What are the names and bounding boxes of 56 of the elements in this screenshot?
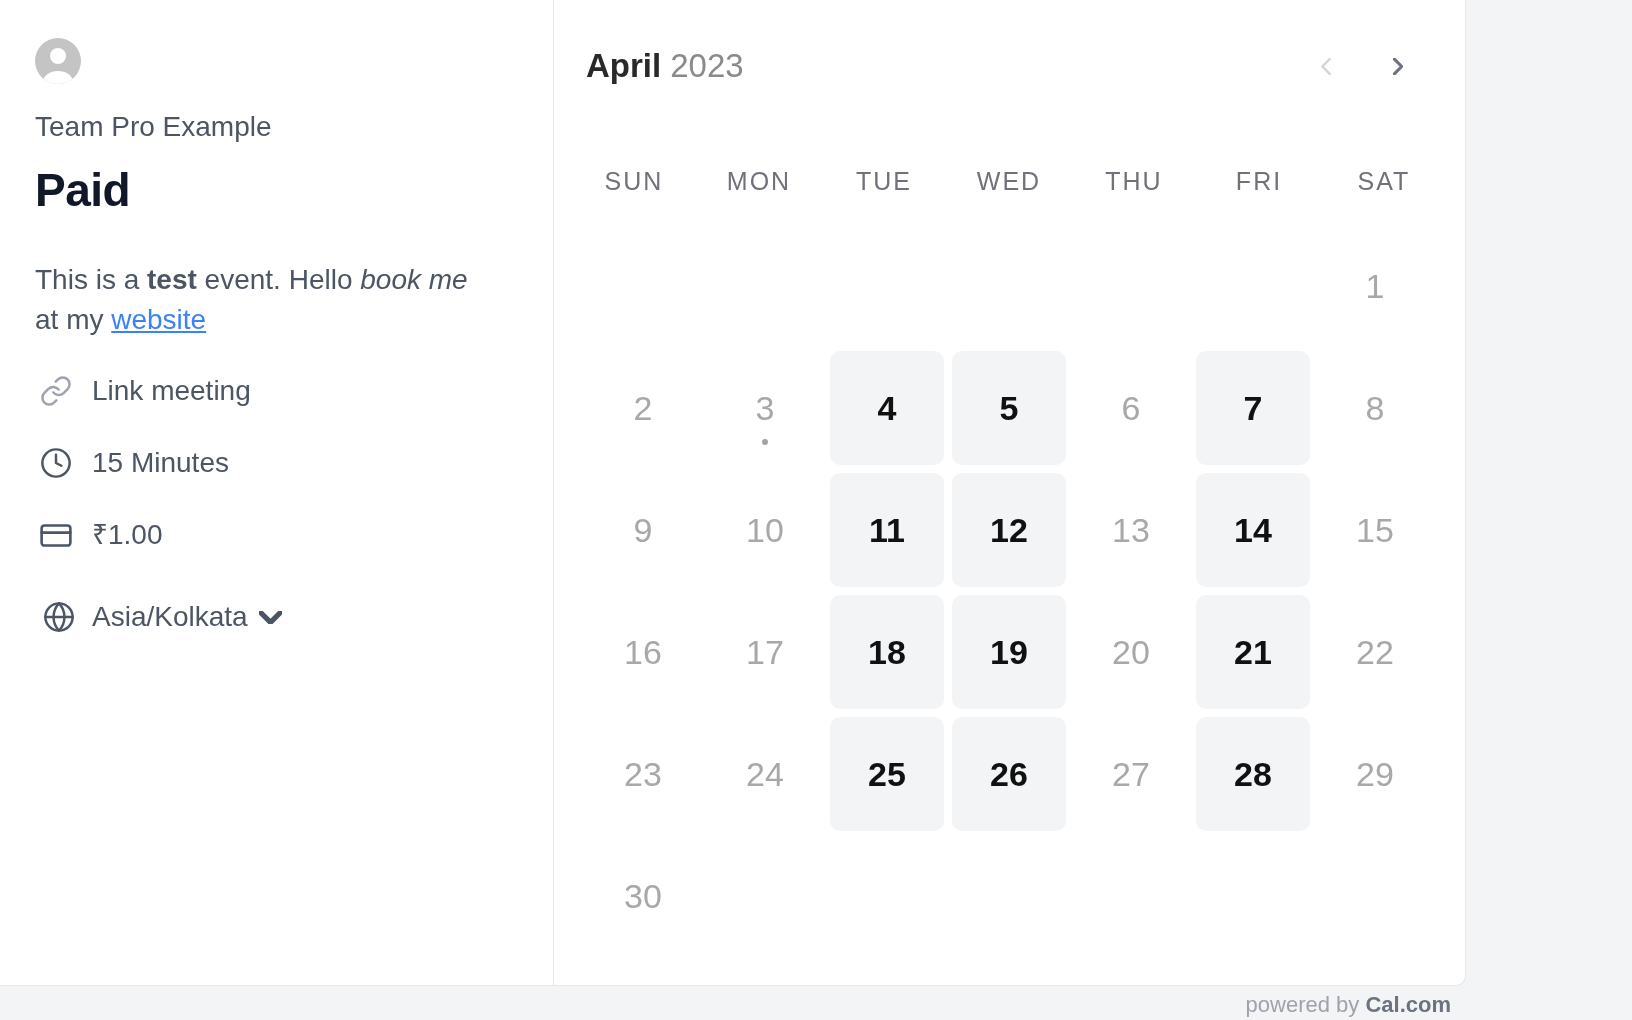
- event-description: This is a test event. Hello book me at my website: [35, 263, 469, 337]
- globe-icon: [44, 602, 74, 632]
- weekday-label: SUN: [604, 166, 664, 196]
- credit-card-icon: [40, 523, 72, 547]
- weekday-label: THU: [1105, 166, 1163, 196]
- powered-by-text: powered by Cal.com: [1245, 992, 1451, 1018]
- date-button[interactable]: 28: [1196, 717, 1310, 831]
- team-name: Team Pro Example: [35, 110, 272, 144]
- month-label: April: [586, 46, 662, 86]
- day-number: 23: [624, 754, 662, 794]
- day-number: 17: [746, 632, 784, 672]
- day-number: 10: [746, 510, 784, 550]
- price-text: ₹1.00: [92, 518, 163, 552]
- day-number: 2: [633, 388, 653, 428]
- day-number: 13: [1112, 510, 1150, 550]
- day-number: 1: [1365, 266, 1385, 306]
- weekday-label: TUE: [856, 166, 912, 196]
- day-number: 29: [1356, 754, 1394, 794]
- weekday-label: WED: [976, 166, 1042, 196]
- day-number: 3: [755, 388, 775, 428]
- year-label: 2023: [670, 46, 744, 86]
- day-number: 15: [1356, 510, 1394, 550]
- date-button[interactable]: 19: [952, 595, 1066, 709]
- chevron-down-icon: [258, 610, 282, 624]
- chevron-left-icon: [1320, 57, 1331, 75]
- day-number: 6: [1121, 388, 1141, 428]
- date-button[interactable]: 26: [952, 717, 1066, 831]
- day-number: 16: [624, 632, 662, 672]
- date-button[interactable]: 4: [830, 351, 944, 465]
- day-number: 8: [1365, 388, 1385, 428]
- link-icon: [41, 376, 71, 406]
- weekday-label: FRI: [1235, 166, 1283, 196]
- day-number: 24: [746, 754, 784, 794]
- date-button[interactable]: 5: [952, 351, 1066, 465]
- date-button[interactable]: 21: [1196, 595, 1310, 709]
- location-text: Link meeting: [92, 374, 251, 408]
- day-number: 20: [1112, 632, 1150, 672]
- date-button[interactable]: 18: [830, 595, 944, 709]
- date-button[interactable]: 7: [1196, 351, 1310, 465]
- website-link[interactable]: website: [111, 304, 207, 335]
- avatar-icon: [35, 38, 81, 84]
- duration-text: 15 Minutes: [92, 446, 229, 480]
- date-button[interactable]: 25: [830, 717, 944, 831]
- day-number: 27: [1112, 754, 1150, 794]
- event-title: Paid: [35, 163, 131, 218]
- date-button[interactable]: 11: [830, 473, 944, 587]
- day-number: 30: [624, 876, 662, 916]
- weekday-label: MON: [726, 166, 792, 196]
- clock-icon: [41, 448, 71, 478]
- weekday-label: SAT: [1357, 166, 1411, 196]
- chevron-right-icon: [1392, 57, 1403, 75]
- date-button[interactable]: 14: [1196, 473, 1310, 587]
- day-number: 22: [1356, 632, 1394, 672]
- day-number: 9: [633, 510, 653, 550]
- date-button[interactable]: 12: [952, 473, 1066, 587]
- timezone-dropdown[interactable]: Asia/Kolkata: [35, 599, 282, 635]
